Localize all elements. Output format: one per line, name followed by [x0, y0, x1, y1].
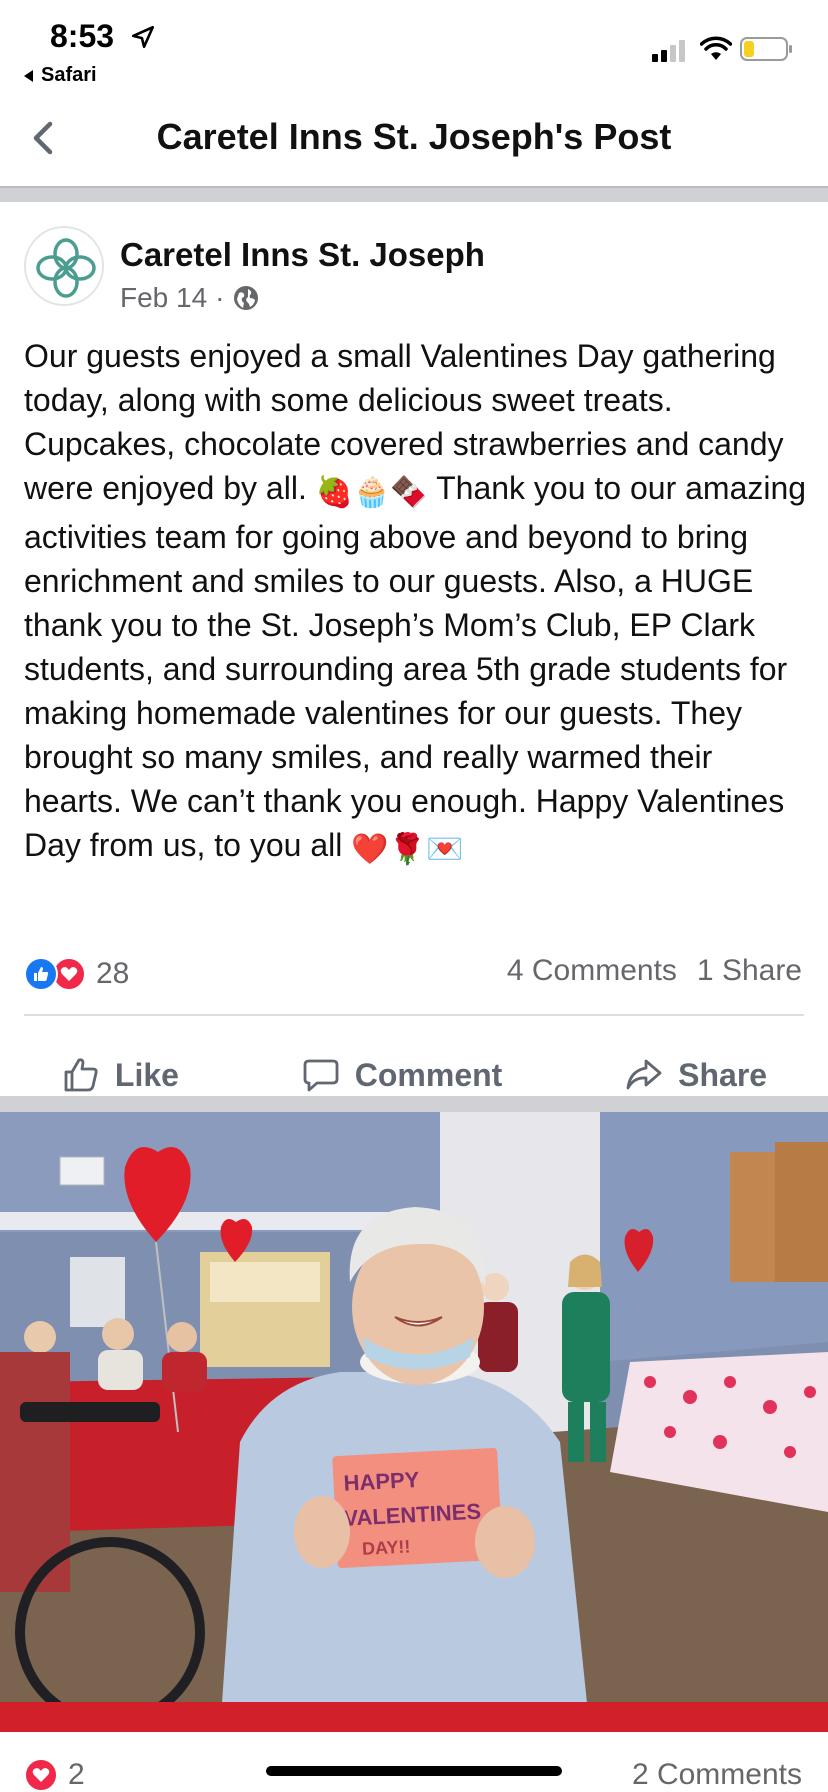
like-reaction-icon [24, 957, 58, 991]
reaction-summary[interactable]: 28 [24, 954, 129, 994]
next-reaction-summary[interactable]: 2 [24, 1758, 85, 1792]
share-arrow-icon [626, 1059, 662, 1090]
back-triangle-icon [24, 69, 33, 82]
back-to-app-link[interactable]: Safari [24, 64, 97, 87]
comment-count-link[interactable]: 4 Comments [507, 954, 677, 988]
status-time: 8:53 [50, 18, 115, 54]
card-text-1: HAPPY [343, 1467, 420, 1496]
card-text-3: DAY!! [362, 1536, 411, 1559]
page-avatar[interactable] [24, 226, 104, 306]
section-divider [0, 186, 828, 202]
next-comment-count[interactable]: 2 Comments [632, 1758, 802, 1792]
love-reaction-icon-2 [24, 1758, 58, 1792]
comment-button[interactable]: Comment [301, 1055, 503, 1095]
location-arrow-icon [131, 25, 155, 49]
navigation-bar: Caretel Inns St. Joseph's Post [0, 92, 828, 186]
reaction-count: 28 [96, 957, 130, 990]
post-photo[interactable]: HAPPY VALENTINES DAY!! [0, 1112, 828, 1732]
page-name[interactable]: Caretel Inns St. Joseph [120, 236, 485, 274]
post-text-part2: Thank you to our amazing activities team… [24, 470, 807, 863]
home-indicator[interactable] [266, 1766, 562, 1776]
thumbs-up-icon [64, 1058, 98, 1092]
page-title: Caretel Inns St. Joseph's Post [156, 116, 672, 157]
like-button[interactable]: Like [61, 1055, 179, 1095]
share-label: Share [678, 1056, 768, 1093]
action-divider [24, 1014, 804, 1016]
valentines-party-image: HAPPY VALENTINES DAY!! [0, 1112, 828, 1732]
status-bar: 8:53 Safari [0, 0, 828, 92]
post-date[interactable]: Feb 14 [120, 282, 207, 314]
emoji-group-love: ❤️🌹💌 [351, 833, 464, 866]
comment-bubble-icon [303, 1059, 339, 1092]
comment-label: Comment [354, 1056, 503, 1093]
share-count-link[interactable]: 1 Share [697, 954, 802, 988]
battery-icon [740, 37, 792, 61]
post-meta: Feb 14 · [120, 282, 259, 314]
engagement-counts: 4 Comments 1 Share [507, 954, 802, 988]
share-button[interactable]: Share [624, 1055, 767, 1095]
meta-separator: · [215, 282, 225, 313]
like-label: Like [114, 1056, 179, 1093]
cellular-signal-icon [652, 40, 685, 62]
caretel-logo-icon [36, 238, 96, 298]
next-reaction-count: 2 [68, 1758, 85, 1791]
wifi-icon [700, 36, 732, 60]
globe-icon [233, 286, 258, 310]
post-body: Our guests enjoyed a small Valentines Da… [24, 334, 809, 872]
section-divider-2 [0, 1096, 828, 1112]
emoji-group-treats: 🍓🧁🍫 [315, 476, 428, 509]
back-app-label: Safari [41, 64, 97, 86]
